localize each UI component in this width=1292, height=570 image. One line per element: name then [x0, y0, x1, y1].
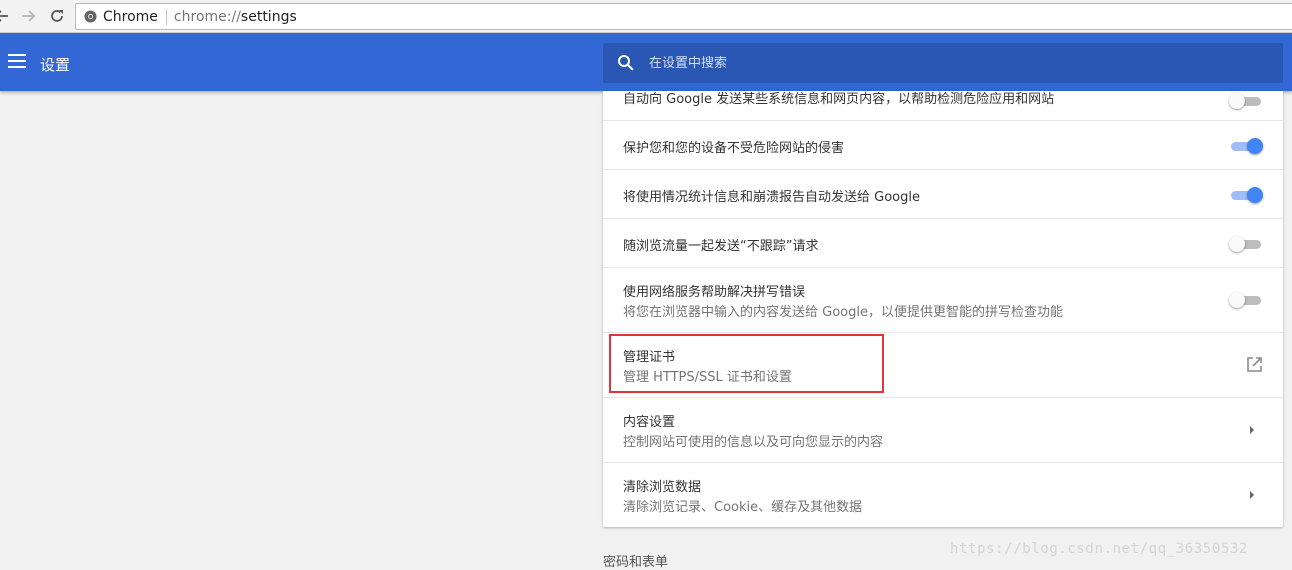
toggle-switch[interactable]: [1229, 234, 1263, 254]
url-scheme: chrome://: [173, 8, 241, 25]
url-text[interactable]: chrome://settings: [167, 9, 297, 25]
address-bar[interactable]: Chrome chrome://settings: [75, 3, 1292, 30]
toggle-switch[interactable]: [1229, 290, 1263, 310]
setting-row-title: 内容设置: [623, 415, 676, 430]
setting-row-title: 随浏览流量一起发送“不跟踪”请求: [623, 239, 819, 254]
setting-row-usage-statistics[interactable]: 将使用情况统计信息和崩溃报告自动发送给 Google: [603, 169, 1283, 218]
browser-toolbar: Chrome chrome://settings: [0, 0, 1292, 33]
external-link-icon[interactable]: [1245, 356, 1263, 374]
toggle-switch[interactable]: [1229, 91, 1263, 111]
privacy-settings-card: 自动向 Google 发送某些系统信息和网页内容，以帮助检测危险应用和网站 保护…: [603, 91, 1283, 527]
chevron-right-icon[interactable]: [1247, 490, 1257, 500]
page-title: 设置: [40, 56, 71, 74]
setting-row-safe-browsing[interactable]: 保护您和您的设备不受危险网站的侵害: [603, 120, 1283, 169]
setting-row-title: 自动向 Google 发送某些系统信息和网页内容，以帮助检测危险应用和网站: [623, 92, 1055, 107]
toggle-switch[interactable]: [1229, 136, 1263, 156]
section-title-passwords-forms: 密码和表单: [603, 555, 669, 570]
watermark-text: https://blog.csdn.net/qq_36350532: [950, 541, 1248, 557]
setting-row-title: 使用网络服务帮助解决拼写错误: [623, 285, 806, 300]
settings-search[interactable]: [603, 43, 1283, 83]
hamburger-menu-icon[interactable]: [8, 54, 26, 70]
annotation-highlight-box: [609, 334, 884, 393]
toggle-switch[interactable]: [1229, 185, 1263, 205]
chrome-logo-icon: [84, 10, 97, 23]
setting-row-title: 将使用情况统计信息和崩溃报告自动发送给 Google: [623, 190, 920, 205]
setting-row-content-settings[interactable]: 内容设置 控制网站可使用的信息以及可向您显示的内容: [603, 397, 1283, 462]
setting-row-title: 保护您和您的设备不受危险网站的侵害: [623, 141, 845, 156]
setting-row-clear-browsing-data[interactable]: 清除浏览数据 清除浏览记录、Cookie、缓存及其他数据: [603, 462, 1283, 527]
setting-row-title: 清除浏览数据: [623, 480, 702, 495]
forward-arrow-icon[interactable]: [18, 6, 38, 26]
search-input[interactable]: [649, 55, 1249, 71]
back-arrow-icon[interactable]: [0, 6, 12, 26]
chevron-right-icon[interactable]: [1247, 425, 1257, 435]
setting-row-do-not-track[interactable]: 随浏览流量一起发送“不跟踪”请求: [603, 218, 1283, 267]
setting-row-subtitle: 控制网站可使用的信息以及可向您显示的内容: [623, 435, 884, 450]
chrome-chip-label: Chrome: [103, 8, 158, 25]
setting-row-spelling-service[interactable]: 使用网络服务帮助解决拼写错误 将您在浏览器中输入的内容发送给 Google，以便…: [603, 267, 1283, 332]
setting-row-subtitle: 清除浏览记录、Cookie、缓存及其他数据: [623, 500, 863, 515]
url-host: settings: [240, 8, 297, 25]
search-icon: [618, 55, 634, 71]
setting-row-safe-browsing-reports[interactable]: 自动向 Google 发送某些系统信息和网页内容，以帮助检测危险应用和网站: [603, 80, 1283, 122]
chrome-chip[interactable]: Chrome: [76, 9, 166, 25]
setting-row-subtitle: 将您在浏览器中输入的内容发送给 Google，以便提供更智能的拼写检查功能: [623, 305, 1063, 320]
reload-icon[interactable]: [47, 6, 67, 26]
